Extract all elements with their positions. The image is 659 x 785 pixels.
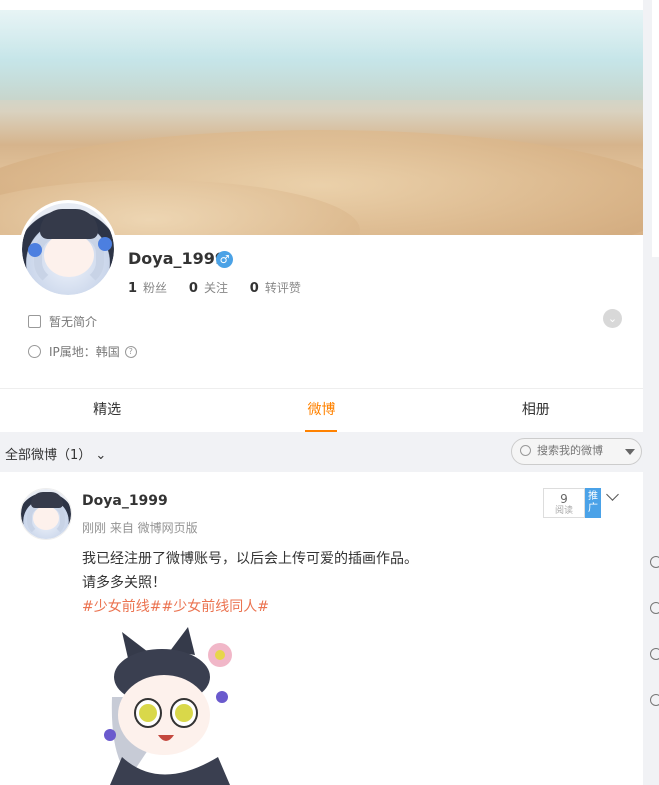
all-posts-filter[interactable]: 全部微博（1） ⌄ bbox=[5, 444, 106, 463]
cover-image bbox=[0, 10, 643, 235]
stat-interactions[interactable]: 0 转评赞 bbox=[250, 281, 301, 296]
help-icon[interactable]: ? bbox=[124, 345, 137, 358]
avatar[interactable] bbox=[19, 200, 117, 298]
stat-followers[interactable]: 1 粉丝 bbox=[128, 281, 167, 296]
post-author[interactable]: Doya_1999 bbox=[82, 493, 168, 509]
ip-icon bbox=[28, 345, 41, 358]
post-card: Doya_1999 刚刚 来自 微博网页版 9 阅读 推广 我已经注册了微博账号… bbox=[0, 472, 643, 785]
ip-row: IP属地：韩国 ? bbox=[28, 343, 137, 360]
search-input[interactable] bbox=[537, 444, 617, 457]
tab-featured[interactable]: 精选 bbox=[0, 389, 214, 432]
post-image[interactable] bbox=[100, 627, 245, 785]
right-strip-panel bbox=[652, 0, 659, 257]
post-text: 我已经注册了微博账号，以后会上传可爱的插画作品。 请多多关照！ bbox=[82, 551, 418, 591]
tab-album[interactable]: 相册 bbox=[429, 389, 643, 432]
like-icon[interactable] bbox=[650, 602, 659, 614]
refresh-icon[interactable] bbox=[650, 556, 659, 568]
profile-stats: 1 粉丝 0 关注 0 转评赞 bbox=[128, 279, 319, 296]
user-icon[interactable] bbox=[650, 694, 659, 706]
post-meta: 刚刚 来自 微博网页版 bbox=[82, 521, 198, 535]
read-count-box: 9 阅读 bbox=[543, 488, 585, 518]
promote-button[interactable]: 推广 bbox=[585, 488, 601, 518]
info-icon[interactable] bbox=[650, 648, 659, 660]
post-avatar[interactable] bbox=[20, 488, 72, 540]
document-icon bbox=[28, 315, 41, 328]
profile-card: Doya_1999 ♂ 1 粉丝 0 关注 0 转评赞 暂无简介 IP属地：韩国 ? … bbox=[0, 0, 643, 432]
profile-tabs: 精选 微博 相册 bbox=[0, 389, 643, 432]
expand-chevron-icon[interactable]: ⌄ bbox=[603, 309, 622, 328]
search-box[interactable] bbox=[511, 438, 642, 465]
tab-weibo[interactable]: 微博 bbox=[214, 389, 428, 432]
dropdown-caret-icon[interactable] bbox=[625, 449, 635, 455]
male-icon: ♂ bbox=[216, 251, 233, 268]
ip-location: IP属地：韩国 bbox=[49, 345, 120, 359]
chevron-down-icon[interactable] bbox=[607, 490, 619, 502]
search-icon bbox=[520, 445, 531, 456]
post-hashtags[interactable]: #少女前线##少女前线同人# bbox=[82, 595, 269, 619]
stat-following[interactable]: 0 关注 bbox=[189, 281, 228, 296]
bio-row: 暂无简介 bbox=[28, 313, 97, 330]
read-count: 9 bbox=[560, 492, 568, 506]
profile-name[interactable]: Doya_1999 bbox=[128, 249, 226, 268]
read-label: 阅读 bbox=[554, 506, 573, 516]
bio-text: 暂无简介 bbox=[49, 315, 98, 329]
weibo-profile-page: Doya_1999 ♂ 1 粉丝 0 关注 0 转评赞 暂无简介 IP属地：韩国 ? … bbox=[0, 0, 659, 785]
